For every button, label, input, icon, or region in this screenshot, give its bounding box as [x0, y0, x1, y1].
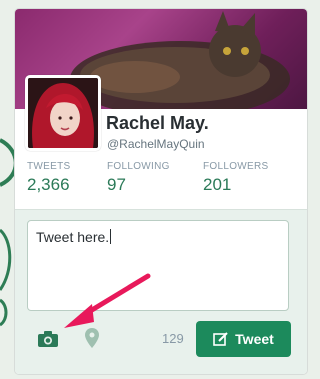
stat-value: 2,366 — [27, 175, 70, 194]
avatar[interactable] — [25, 75, 101, 151]
camera-icon[interactable] — [37, 330, 59, 348]
character-count: 129 — [162, 331, 184, 346]
tweet-input-text: Tweet here. — [36, 229, 110, 245]
location-pin-icon[interactable] — [85, 328, 99, 348]
tweet-button-label: Tweet — [235, 331, 274, 347]
profile-card: Rachel May. @RachelMayQuin TWEETS 2,366 … — [14, 8, 308, 375]
stat-label: TWEETS — [27, 161, 71, 172]
stat-value: 201 — [203, 175, 232, 194]
stat-tweets[interactable]: TWEETS 2,366 — [27, 161, 70, 195]
profile-handle[interactable]: @RachelMayQuin — [107, 137, 205, 151]
stat-value: 97 — [107, 175, 126, 194]
stat-following[interactable]: FOLLOWING 97 — [107, 161, 170, 195]
profile-stats: TWEETS 2,366 FOLLOWING 97 FOLLOWERS 201 — [15, 161, 307, 203]
text-caret — [110, 229, 112, 244]
tweet-input[interactable]: Tweet here. — [27, 220, 289, 311]
compose-icon — [213, 332, 228, 346]
tweet-button[interactable]: Tweet — [196, 321, 291, 357]
tweet-compose: Tweet here. 129 Tweet — [15, 209, 307, 374]
stat-followers[interactable]: FOLLOWERS 201 — [203, 161, 269, 195]
stat-label: FOLLOWERS — [203, 161, 269, 172]
stat-label: FOLLOWING — [107, 161, 170, 172]
profile-name[interactable]: Rachel May. — [106, 113, 209, 134]
